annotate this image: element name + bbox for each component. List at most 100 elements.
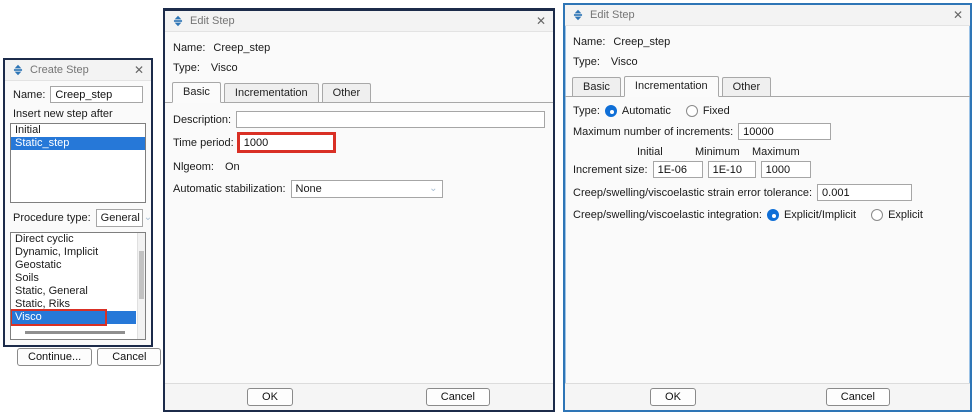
step-name-input[interactable] [50,86,143,103]
nlgeom-row: Nlgeom: On [165,161,553,173]
integration-label: Creep/swelling/viscoelastic integration: [573,209,762,221]
integration-row: Creep/swelling/viscoelastic integration:… [565,209,970,221]
edit-step-titlebar[interactable]: Edit Step ✕ [165,11,553,32]
increment-size-headers: Initial Minimum Maximum [565,146,970,158]
max-increments-row: Maximum number of increments: [565,123,970,140]
radio-explicit-label: Explicit [888,209,923,221]
list-item[interactable]: Geostatic [11,259,145,272]
name-label: Name: [13,88,46,101]
stabilization-value: None [295,183,322,195]
stabilization-select[interactable]: None ⌄ [290,180,443,198]
increment-maximum-input[interactable] [760,161,811,178]
radio-fixed-label: Fixed [702,105,730,117]
edit-step-tabs: Basic Incrementation Other [565,76,970,97]
radio-explicit[interactable] [871,209,884,221]
edit-step-basic-dialog: Edit Step ✕ Name: Creep_step Type: Visco… [163,8,555,412]
list-item[interactable]: Static, General [11,285,145,298]
create-step-buttons: Continue... Cancel [5,348,162,366]
col-maximum-header: Maximum [752,146,800,158]
list-item[interactable]: Soils [11,272,145,285]
increment-initial-input[interactable] [652,161,703,178]
type-row: Type: Visco [565,56,970,68]
tab-other[interactable]: Other [321,83,372,102]
radio-explicit-implicit-label: Explicit/Implicit [783,209,857,221]
increment-type-row: Type: Automatic Fixed [565,105,970,117]
horizontal-scrollbar[interactable] [25,331,125,334]
edit-step-footer: OK Cancel [565,383,970,410]
max-increments-label: Maximum number of increments: [573,125,734,138]
radio-fixed[interactable] [685,105,698,117]
procedure-type-select[interactable]: General ⌄ [95,209,152,227]
type-value: Visco [210,62,238,74]
tolerance-label: Creep/swelling/viscoelastic strain error… [573,186,813,199]
type-value: Visco [610,56,638,68]
list-item[interactable]: Direct cyclic [11,233,145,246]
ok-button[interactable]: OK [650,388,696,406]
radio-automatic[interactable] [604,105,617,117]
create-step-titlebar[interactable]: Create Step ✕ [5,60,151,81]
time-period-row: Time period: [165,134,553,151]
abaqus-logo-icon [172,15,184,27]
abaqus-workspace: Create Step ✕ Name: Insert new step afte… [0,0,975,416]
name-row: Name: [5,86,151,103]
tab-incrementation[interactable]: Incrementation [223,83,319,102]
radio-explicit-implicit[interactable] [766,209,779,221]
close-icon[interactable]: ✕ [134,64,144,76]
close-icon[interactable]: ✕ [953,9,963,21]
edit-step-titlebar[interactable]: Edit Step ✕ [565,5,970,26]
cancel-button[interactable]: Cancel [425,388,490,406]
increment-type-label: Type: [573,105,600,117]
name-value: Creep_step [613,36,671,48]
cancel-button[interactable]: Cancel [97,348,162,366]
description-row: Description: [165,111,553,128]
abaqus-logo-icon [12,64,24,76]
stabilization-row: Automatic stabilization: None ⌄ [165,180,553,198]
name-row: Name: Creep_step [565,36,970,48]
vertical-scrollbar[interactable] [137,233,145,339]
list-item[interactable]: Static, Riks [11,298,145,311]
name-label: Name: [573,36,606,48]
increment-size-row: Increment size: [565,161,970,178]
ok-button[interactable]: OK [247,388,293,406]
insert-after-row: Insert new step after [5,108,151,120]
name-label: Name: [173,42,206,54]
description-label: Description: [173,113,232,126]
close-icon[interactable]: ✕ [536,15,546,27]
list-item[interactable]: Initial [11,124,145,137]
procedure-type-label: Procedure type: [13,212,91,224]
increment-minimum-input[interactable] [707,161,756,178]
time-period-label: Time period: [173,136,234,149]
nlgeom-value: On [224,161,240,173]
max-increments-input[interactable] [738,123,832,140]
procedure-list: Direct cyclic Dynamic, Implicit Geostati… [10,232,146,340]
type-label: Type: [573,56,600,68]
cancel-button[interactable]: Cancel [825,388,890,406]
continue-button[interactable]: Continue... [17,348,93,366]
col-minimum-header: Minimum [695,146,740,158]
tab-basic[interactable]: Basic [172,82,221,103]
description-input[interactable] [236,111,545,128]
tab-incrementation[interactable]: Incrementation [623,76,719,97]
time-period-input[interactable] [238,134,334,151]
tab-basic[interactable]: Basic [572,77,621,96]
col-initial-header: Initial [637,146,663,158]
type-label: Type: [173,62,200,74]
type-row: Type: Visco [165,62,553,74]
name-row: Name: Creep_step [165,42,553,54]
increment-size-label: Increment size: [573,163,648,176]
edit-step-incrementation-dialog: Edit Step ✕ Name: Creep_step Type: Visco… [563,3,972,412]
list-item[interactable]: Dynamic, Implicit [11,246,145,259]
tolerance-input[interactable] [817,184,913,201]
tolerance-row: Creep/swelling/viscoelastic strain error… [565,184,970,201]
tab-other[interactable]: Other [721,77,772,96]
list-item[interactable]: Static_step [11,137,145,150]
stabilization-label: Automatic stabilization: [173,183,286,195]
list-item-visco[interactable]: Visco [11,311,136,324]
dialog-title: Edit Step [190,15,235,27]
chevron-down-icon: ⌄ [429,183,438,194]
radio-automatic-label: Automatic [621,105,671,117]
dialog-title: Edit Step [590,9,635,21]
dialog-title: Create Step [30,64,89,76]
insert-after-label: Insert new step after [13,108,113,120]
scrollbar-thumb[interactable] [139,251,144,299]
